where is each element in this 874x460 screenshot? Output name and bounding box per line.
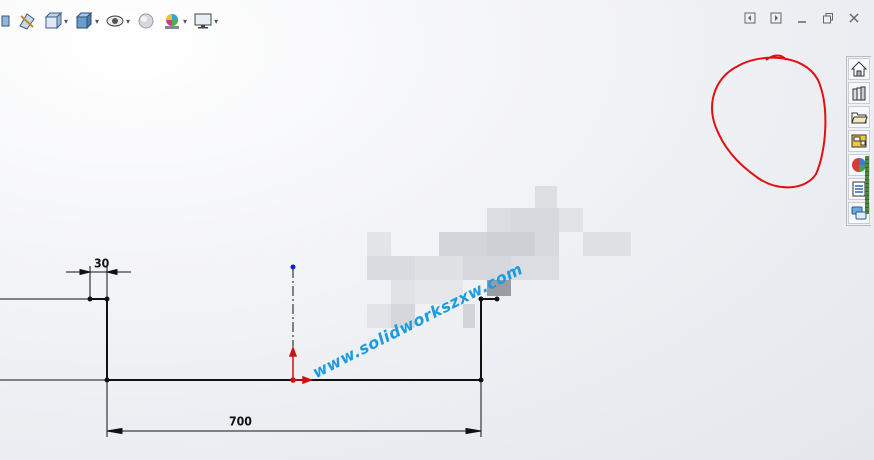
dimension-30-label[interactable]: 30 — [94, 256, 109, 270]
dimension-700[interactable] — [106, 380, 482, 437]
red-circle-annotation — [711, 54, 827, 189]
dimension-30[interactable] — [66, 266, 131, 299]
sketch-origin[interactable] — [288, 345, 314, 385]
dimension-700-label[interactable]: 700 — [229, 414, 252, 428]
